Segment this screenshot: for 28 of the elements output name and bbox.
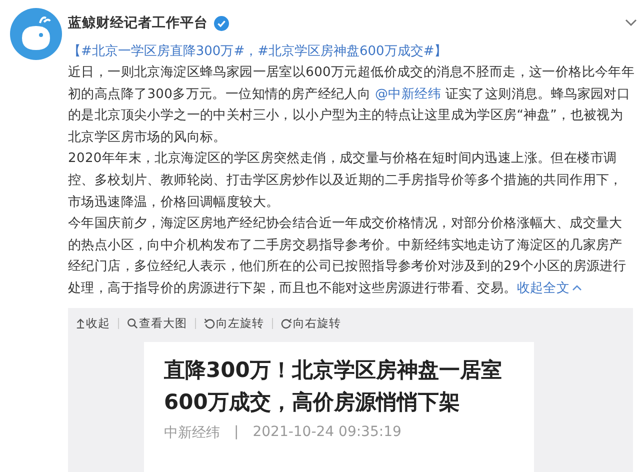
toolbar-button[interactable]: 收起	[76, 316, 110, 332]
article-card[interactable]: 直降300万！北京学区房神盘一居室 600万成交，高价房源悄悄下架 中新经纬 | 2021-10-24 09:35:19	[144, 342, 534, 472]
rotate-left-icon	[204, 318, 215, 330]
chevron-down-icon[interactable]	[625, 19, 637, 27]
article-title: 600万成交，高价房源悄悄下架	[164, 388, 461, 416]
meta-divider: |	[234, 424, 239, 442]
mention-link[interactable]: @中新经纬	[374, 86, 441, 102]
hashtag-link[interactable]: #北京学区房神盘600万成交#	[258, 44, 434, 59]
toolbar-button[interactable]: 向左旋转	[204, 316, 264, 332]
post-paragraph: 今年国庆前夕，海淀区房地产经纪协会结合近一年成交价格情况，对部分价格涨幅大、成交量大的热点小区，向中介机构发布了二手房交易指导参考价。中新经纬实地走访了海淀区的几家房产经纪门店，多位经纪人表示，他们所在的公司已按照指导参考价对涉及到的29个小区的房源进行处理，高于指导价的房源进行下架，而且也不能对这些房源进行带看、交易。收起全文	[68, 215, 628, 298]
collapse-link[interactable]: 收起全文	[516, 280, 582, 296]
article-date: 2021-10-24 09:35:19	[252, 424, 402, 442]
avatar-whale-icon[interactable]	[10, 8, 62, 60]
bracket: 】	[434, 44, 448, 59]
bracket: 【	[68, 44, 81, 59]
post-paragraph: 2020年年末，北京海淀区的学区房突然走俏，成交量与价格在短时间内迅速上涨。但在楼市调控、多校划片、教师轮岗、打击学区房炒作以及近期的二手房指导价等多个措施的共同作用下，市场迅速降温，价格回调幅度较大。	[68, 150, 624, 212]
upload-arrow-icon	[76, 318, 85, 330]
toolbar-button[interactable]: 查看大图	[127, 316, 187, 332]
post-paragraph: 近日，一则北京海淀区蜂鸟家园一居室以600万元超低价成交的消息不胫而走，这一价格比今年年初的高点降了300多万元。一位知情的房产经纪人向 @中新经纬 证实了这则消息。蜂鸟家园对口的是北京顶尖小学之一的中关村三小，以小户型为主的特点让这里成为学区房“神盘”，也被视为北京学区房市场的风向标。	[68, 64, 635, 147]
author-name[interactable]: 蓝鲸财经记者工作平台	[68, 14, 208, 32]
article-title: 直降300万！北京学区房神盘一居室	[164, 356, 503, 384]
article-source: 中新经纬	[164, 424, 220, 442]
comma: ，	[244, 44, 258, 59]
toolbar-button[interactable]: 向右旋转	[281, 316, 341, 332]
hashtag-link[interactable]: #北京一学区房直降300万#	[81, 44, 245, 59]
search-icon	[127, 318, 138, 330]
rotate-right-icon	[281, 318, 292, 330]
caret-up-icon	[572, 285, 582, 292]
